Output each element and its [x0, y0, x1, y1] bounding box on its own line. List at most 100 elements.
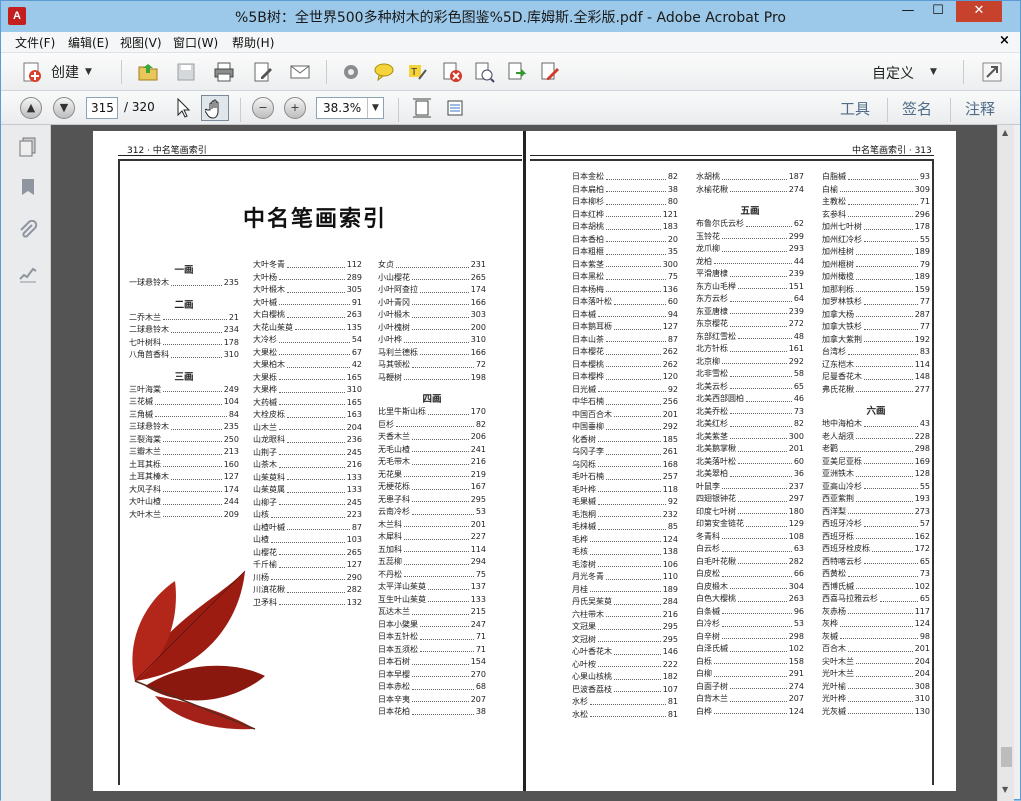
- leader-dots: [864, 296, 918, 305]
- minimize-button[interactable]: —: [894, 1, 922, 22]
- entry-name: 西黄松: [822, 569, 846, 578]
- entry-page-number: 120: [662, 372, 678, 381]
- signature-icon[interactable]: [18, 263, 38, 283]
- entry-page-number: 282: [346, 585, 362, 594]
- attachment-icon[interactable]: [18, 220, 38, 240]
- create-button[interactable]: 创建 ▼: [21, 60, 92, 84]
- index-entry: 毛泡桐 232: [572, 509, 678, 522]
- index-entry: 毛核 138: [572, 546, 678, 559]
- tools-panel-link[interactable]: 工具: [840, 98, 870, 119]
- index-entry: 日本红桦 121: [572, 209, 678, 222]
- menu-window[interactable]: 窗口(W): [173, 34, 218, 51]
- leader-dots: [420, 644, 474, 652]
- stroke-count-heading: 五画: [740, 206, 760, 217]
- fit-width-icon[interactable]: [444, 97, 466, 119]
- select-cursor-icon[interactable]: [172, 97, 194, 119]
- maximize-button[interactable]: ☐: [924, 1, 952, 22]
- bookmark-icon[interactable]: [18, 177, 38, 197]
- entry-page-number: 81: [667, 709, 678, 719]
- entry-page-number: 249: [223, 384, 239, 394]
- sign-form-icon[interactable]: [539, 61, 561, 83]
- previous-page-button[interactable]: ▲: [20, 97, 42, 119]
- entry-page-number: 180: [788, 506, 804, 516]
- text-highlight-icon[interactable]: T: [406, 61, 428, 83]
- scroll-down-arrow[interactable]: ▼: [1002, 785, 1008, 794]
- review-document-icon[interactable]: [473, 61, 495, 83]
- leader-dots: [287, 584, 345, 593]
- entry-name: 平滑唐棣: [696, 269, 728, 278]
- fullscreen-icon[interactable]: [981, 61, 1003, 83]
- entry-page-number: 96: [793, 606, 804, 616]
- leader-dots: [856, 493, 913, 502]
- entry-name: 白面子树: [696, 681, 728, 691]
- entry-page-number: 98: [919, 631, 930, 641]
- hand-tool-button[interactable]: [201, 95, 229, 121]
- index-entry: 大叶槭 91: [253, 297, 362, 310]
- leader-dots: [598, 309, 666, 317]
- zoom-dropdown-button[interactable]: ▼: [367, 98, 383, 118]
- leader-dots: [848, 171, 918, 180]
- close-button[interactable]: ✕: [956, 1, 1002, 22]
- leader-dots: [598, 509, 661, 517]
- export-document-icon[interactable]: [506, 61, 528, 83]
- document-view[interactable]: 312 · 中名笔画索引 中名笔画索引 一画 一球悬铃木 235 二画 二乔木兰 21 二球…: [51, 125, 997, 801]
- menu-edit[interactable]: 编辑(E): [68, 34, 109, 51]
- customize-dropdown[interactable]: 自定义: [872, 63, 914, 83]
- zoom-out-button[interactable]: −: [252, 97, 274, 119]
- leader-dots: [848, 681, 913, 689]
- chevron-down-icon: ▼: [85, 67, 92, 77]
- scrollbar-thumb[interactable]: [1001, 747, 1012, 767]
- leader-dots: [730, 306, 787, 314]
- index-entry: 心叶香花木 146: [572, 646, 678, 659]
- print-icon[interactable]: [213, 61, 235, 83]
- edit-document-icon[interactable]: [252, 61, 274, 83]
- delete-page-icon[interactable]: [441, 61, 463, 83]
- leader-dots: [279, 497, 345, 505]
- entry-name: 加拿大铁杉: [822, 322, 862, 331]
- close-document-button[interactable]: ×: [999, 33, 1010, 48]
- menu-view[interactable]: 视图(V): [120, 34, 162, 51]
- menu-file[interactable]: 文件(F): [15, 34, 55, 51]
- index-entry: 土耳其榛木 127: [129, 471, 239, 484]
- entry-page-number: 92: [667, 497, 678, 506]
- leader-dots: [171, 277, 222, 286]
- entry-page-number: 166: [470, 347, 486, 357]
- open-folder-icon[interactable]: [137, 61, 159, 83]
- gear-icon[interactable]: [340, 61, 362, 83]
- index-entry: 日本五针松 71: [378, 631, 486, 644]
- comment-panel-link[interactable]: 注释: [965, 98, 995, 119]
- entry-name: 加那利栎: [822, 284, 854, 294]
- next-page-button[interactable]: ▼: [53, 97, 75, 119]
- entry-page-number: 121: [662, 209, 678, 219]
- leader-dots: [279, 547, 345, 555]
- toolbar-divider: [963, 60, 964, 84]
- sign-panel-link[interactable]: 签名: [902, 98, 932, 119]
- comment-bubble-icon[interactable]: [373, 61, 395, 83]
- entry-name: 天香木兰: [378, 432, 410, 441]
- index-entry: 日本落叶松 60: [572, 296, 678, 309]
- entry-name: 玉铃花: [696, 231, 720, 241]
- fit-page-icon[interactable]: [411, 97, 433, 119]
- menu-help[interactable]: 帮助(H): [232, 34, 274, 51]
- entry-page-number: 55: [919, 234, 930, 244]
- page-number-input[interactable]: 315: [86, 97, 118, 119]
- email-icon[interactable]: [289, 61, 311, 83]
- entry-page-number: 303: [470, 310, 486, 319]
- index-entry: 大叶木兰 209: [129, 509, 239, 522]
- entry-page-number: 296: [914, 209, 930, 219]
- zoom-in-button[interactable]: +: [284, 97, 306, 119]
- leader-dots: [730, 381, 792, 389]
- scroll-up-arrow[interactable]: ▲: [1002, 128, 1008, 137]
- index-column: 白脂槭 93 白榆 309 主教松 71 玄参科 296 加州七叶树 178 加州红冷杉 55 加州桂树…: [822, 171, 930, 718]
- save-icon[interactable]: [175, 61, 197, 83]
- leader-dots: [614, 596, 661, 605]
- entry-name: 日本樱桃: [572, 359, 604, 369]
- entry-name: 日本杨梅: [572, 284, 604, 294]
- page-thumbnails-icon[interactable]: [18, 137, 38, 157]
- vertical-scrollbar[interactable]: ▲ ▼: [997, 125, 1014, 801]
- entry-name: 日本红桦: [572, 209, 604, 219]
- entry-page-number: 68: [475, 682, 486, 691]
- entry-page-number: 292: [788, 356, 804, 366]
- index-entry: 大叶椴木 305: [253, 284, 362, 297]
